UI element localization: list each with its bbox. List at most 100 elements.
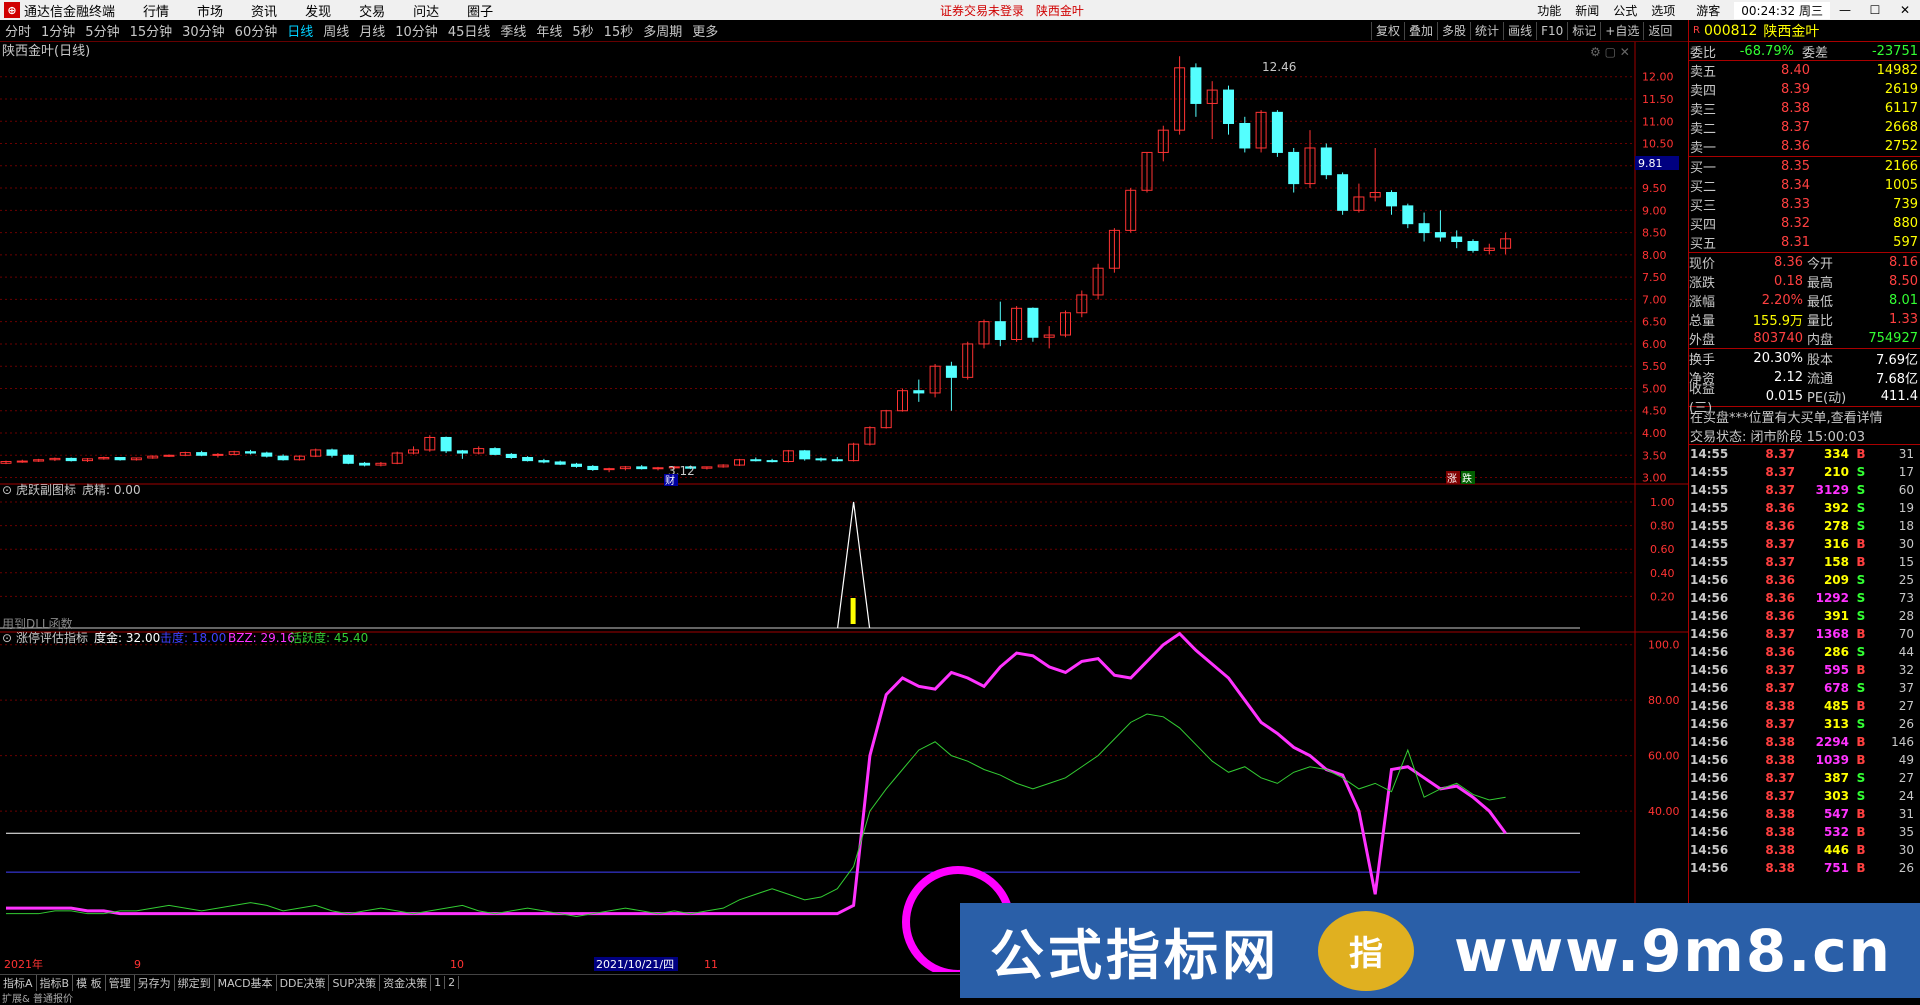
bids-row[interactable]: 买二 8.34 1005 [1689, 176, 1920, 195]
asks-row[interactable]: 卖四 8.39 2619 [1689, 80, 1920, 99]
tool-button-2[interactable]: 多股 [1437, 22, 1470, 40]
period-tab-2[interactable]: 5分钟 [80, 21, 124, 40]
menu-item-faxian[interactable]: 发现 [291, 1, 345, 20]
tick-row: 14:55 8.37 210 S 17 [1689, 463, 1920, 481]
tool-button-7[interactable]: +自选 [1600, 22, 1643, 40]
menu-item-shichang[interactable]: 市场 [183, 1, 237, 20]
period-tab-7[interactable]: 周线 [318, 21, 354, 40]
indicator-tab-9[interactable]: 资金决策 [380, 974, 432, 991]
indicator-tab-1[interactable]: 指标B [37, 974, 74, 991]
menu-item-zixun[interactable]: 资讯 [237, 1, 291, 20]
candle-body [1418, 223, 1430, 234]
candle-body [1451, 236, 1463, 243]
indicator-tab-2[interactable]: 模 板 [73, 974, 106, 991]
tool-button-6[interactable]: 标记 [1567, 22, 1600, 40]
stock-code: 000812 [1703, 22, 1758, 39]
tick-time: 14:55 [1690, 483, 1729, 497]
tick-volume: 210 [1823, 465, 1849, 479]
period-tab-15[interactable]: 多周期 [638, 21, 687, 40]
period-tab-4[interactable]: 30分钟 [177, 21, 230, 40]
indicator-tab-11[interactable]: 2 [445, 976, 460, 989]
indicator-tab-0[interactable]: 指标A [0, 974, 37, 991]
stats1-row: 现价 8.36 今开 8.16 [1689, 253, 1920, 272]
menu-gongneng[interactable]: 功能 [1530, 2, 1568, 19]
bids-row[interactable]: 买五 8.31 597 [1689, 233, 1920, 252]
chart-area[interactable]: 12.0011.5011.0010.5010.009.509.008.508.0… [0, 42, 1688, 972]
asks-row[interactable]: 卖一 8.36 2752 [1689, 137, 1920, 156]
menu-youke[interactable]: 游客 [1682, 2, 1734, 19]
period-tab-11[interactable]: 季线 [495, 21, 531, 40]
menu-xinwen[interactable]: 新闻 [1568, 2, 1606, 19]
tool-button-8[interactable]: 返回 [1643, 22, 1676, 40]
period-tab-1[interactable]: 1分钟 [36, 21, 80, 40]
indicator-tab-10[interactable]: 1 [431, 976, 446, 989]
indicator-tab-8[interactable]: SUP决策 [329, 974, 381, 991]
watermark-site: www.9m8.cn [1454, 916, 1892, 985]
period-tab-12[interactable]: 年线 [531, 21, 567, 40]
period-tab-8[interactable]: 月线 [354, 21, 390, 40]
indicator-tab-5[interactable]: 绑定到 [175, 974, 215, 991]
tool-button-5[interactable]: F10 [1536, 22, 1567, 40]
tick-row: 14:55 8.37 3129 S 60 [1689, 481, 1920, 499]
period-tab-9[interactable]: 10分钟 [390, 21, 443, 40]
menu-item-jiaoyi[interactable]: 交易 [345, 1, 399, 20]
indicator-tab-4[interactable]: 另存为 [135, 974, 175, 991]
menu-gongshi[interactable]: 公式 [1606, 2, 1644, 19]
period-tab-14[interactable]: 15秒 [599, 21, 639, 40]
period-tab-6[interactable]: 日线 [282, 21, 318, 40]
tool-button-3[interactable]: 统计 [1470, 22, 1503, 40]
menu-item-quanzi[interactable]: 圈子 [453, 1, 507, 20]
asks-row[interactable]: 卖五 8.40 14982 [1689, 61, 1920, 80]
tick-price: 8.38 [1765, 699, 1795, 713]
period-tab-13[interactable]: 5秒 [567, 21, 598, 40]
tool-button-0[interactable]: 复权 [1371, 22, 1404, 40]
login-notice[interactable]: 证券交易未登录 [940, 4, 1024, 18]
big-order-notice[interactable]: 在买盘***位置有大买单,查看详情 [1689, 407, 1920, 426]
stat-value: 2.12 [1774, 370, 1803, 385]
bids-row[interactable]: 买一 8.35 2166 [1689, 157, 1920, 176]
tool-button-1[interactable]: 叠加 [1404, 22, 1437, 40]
tool-button-4[interactable]: 画线 [1503, 22, 1536, 40]
bids-row[interactable]: 买四 8.32 880 [1689, 214, 1920, 233]
close-icon[interactable]: ✕ [1890, 3, 1920, 17]
asks-row[interactable]: 卖三 8.38 6117 [1689, 99, 1920, 118]
period-tab-5[interactable]: 60分钟 [230, 21, 283, 40]
menu-item-hangqing[interactable]: 行情 [129, 1, 183, 20]
tick-row: 14:55 8.36 278 S 18 [1689, 517, 1920, 535]
high-price-label: 12.46 [1262, 60, 1296, 74]
menu-xuanxiang[interactable]: 选项 [1644, 2, 1682, 19]
minimize-icon[interactable]: — [1830, 3, 1860, 17]
stat-label-2: 股本 [1807, 353, 1834, 368]
asks-row[interactable]: 卖二 8.37 2668 [1689, 118, 1920, 137]
tick-flag: S [1856, 573, 1866, 587]
tick-list[interactable]: 14:55 8.37 334 B 31 14:55 8.37 210 S 17 14:55 8.37 3… [1689, 445, 1920, 877]
asks-volume: 2668 [1884, 120, 1918, 135]
tick-volume: 391 [1823, 609, 1849, 623]
sub1-collapse-icon[interactable]: ⊙ [2, 483, 12, 497]
maximize-icon[interactable]: ☐ [1860, 3, 1890, 17]
quote-panel: R 000812 陕西金叶 委比 -68.79% 委差 -23751 卖五 8.4… [1688, 20, 1920, 998]
tick-count: 49 [1898, 753, 1914, 767]
tick-price: 8.38 [1765, 735, 1795, 749]
period-tab-16[interactable]: 更多 [687, 21, 723, 40]
indicator-tab-7[interactable]: DDE决策 [277, 974, 330, 991]
period-tab-3[interactable]: 15分钟 [125, 21, 178, 40]
period-tab-0[interactable]: 分时 [0, 21, 36, 40]
stat-value-2: 8.16 [1889, 255, 1918, 270]
menu-item-wenda[interactable]: 问达 [399, 1, 453, 20]
bids-volume: 2166 [1884, 159, 1918, 174]
chart-toolbar: 复权 叠加 多股 统计 画线 F10 标记 +自选 返回 [1371, 22, 1676, 40]
indicator-tab-6[interactable]: MACD基本 [215, 974, 277, 991]
tick-volume: 387 [1823, 771, 1849, 785]
bids-price: 8.33 [1781, 197, 1810, 212]
bids-row[interactable]: 买三 8.33 739 [1689, 195, 1920, 214]
bid-list: 买一 8.35 2166 买二 8.34 1005 买三 8.33 739 买四 8.32 880 买五… [1689, 157, 1920, 253]
period-tab-10[interactable]: 45日线 [443, 21, 496, 40]
tick-volume: 595 [1823, 663, 1849, 677]
sub2-collapse-icon[interactable]: ⊙ [2, 631, 12, 645]
panel-settings-icon[interactable]: ⚙ ▢ ✕ [1590, 45, 1630, 59]
sub2-y-tick: 80.00 [1648, 694, 1680, 707]
stat-value: 803740 [1753, 331, 1803, 346]
asks-label: 卖二 [1690, 122, 1717, 137]
indicator-tab-3[interactable]: 管理 [106, 974, 135, 991]
